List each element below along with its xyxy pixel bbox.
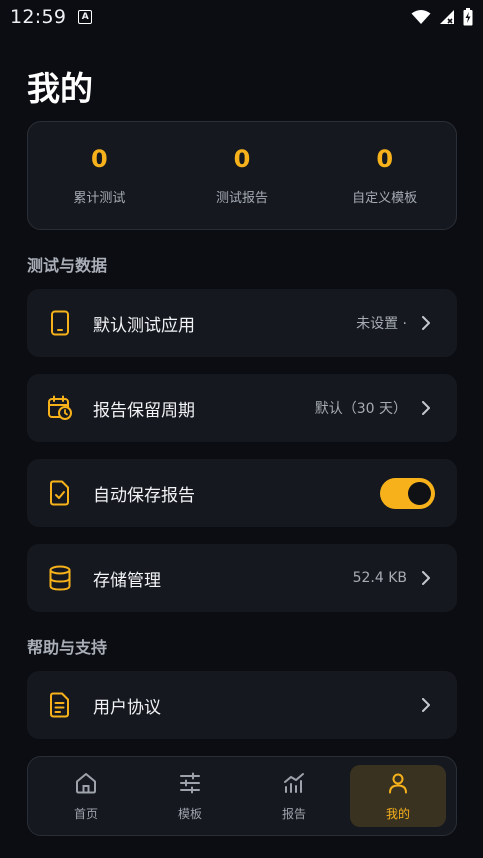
- database-icon: [47, 565, 73, 591]
- stat-label: 累计测试: [73, 191, 126, 206]
- tab-me[interactable]: 我的: [350, 765, 446, 827]
- row-user-agreement[interactable]: 用户协议: [27, 671, 457, 739]
- stat-value: 0: [376, 145, 394, 173]
- stat-custom-templates[interactable]: 0 自定义模板: [313, 122, 456, 229]
- stat-test-reports[interactable]: 0 测试报告: [171, 122, 314, 229]
- stat-value: 0: [233, 145, 251, 173]
- phone-icon: [47, 310, 73, 336]
- row-label: 报告保留周期: [93, 400, 195, 421]
- tab-templates[interactable]: 模板: [142, 765, 238, 827]
- row-value: 52.4 KB: [352, 570, 407, 586]
- row-auto-save-report: 自动保存报告: [27, 459, 457, 527]
- status-icons: [411, 8, 473, 26]
- tab-label: 模板: [177, 806, 202, 821]
- tab-label: 首页: [73, 806, 98, 821]
- row-label: 用户协议: [93, 697, 161, 718]
- tab-label: 我的: [385, 806, 410, 821]
- chevron-right-icon: [421, 401, 435, 415]
- chart-icon: [282, 771, 306, 799]
- bottom-nav: 首页 模板 报告 我的: [27, 756, 457, 836]
- tab-reports[interactable]: 报告: [246, 765, 342, 827]
- stat-value: 0: [90, 145, 108, 173]
- stat-label: 测试报告: [216, 191, 269, 206]
- row-storage-management[interactable]: 存储管理 52.4 KB: [27, 544, 457, 612]
- status-time: 12:59: [10, 6, 67, 28]
- row-label: 自动保存报告: [93, 485, 195, 506]
- row-label: 默认测试应用: [93, 315, 195, 336]
- wifi-icon: [411, 10, 431, 24]
- section-title-test-data: 测试与数据: [27, 256, 108, 275]
- person-icon: [386, 771, 410, 799]
- stat-label: 自定义模板: [352, 191, 418, 206]
- tab-home[interactable]: 首页: [38, 765, 134, 827]
- tab-label: 报告: [281, 806, 306, 821]
- home-icon: [74, 771, 98, 799]
- chevron-right-icon: [421, 698, 435, 712]
- document-text-icon: [47, 692, 73, 718]
- row-report-retention[interactable]: 报告保留周期 默认（30 天）: [27, 374, 457, 442]
- calendar-clock-icon: [47, 395, 73, 421]
- row-default-test-app[interactable]: 默认测试应用 未设置 ·: [27, 289, 457, 357]
- auto-save-toggle[interactable]: [380, 477, 435, 509]
- stats-card: 0 累计测试 0 测试报告 0 自定义模板: [27, 121, 457, 230]
- chevron-right-icon: [421, 316, 435, 330]
- row-label: 存储管理: [93, 570, 161, 591]
- row-value: 默认（30 天）: [314, 401, 407, 417]
- stat-total-tests[interactable]: 0 累计测试: [28, 122, 171, 229]
- section-title-help: 帮助与支持: [27, 638, 108, 657]
- toggle-knob: [408, 481, 431, 505]
- page-title: 我的: [27, 69, 93, 108]
- sliders-icon: [178, 771, 202, 799]
- signal-icon: [440, 10, 454, 24]
- document-check-icon: [47, 480, 73, 506]
- chevron-right-icon: [421, 571, 435, 585]
- notification-icon: A: [78, 10, 93, 24]
- battery-icon: [463, 8, 473, 26]
- row-value: 未设置 ·: [356, 316, 407, 332]
- status-bar: 12:59 A: [0, 0, 483, 34]
